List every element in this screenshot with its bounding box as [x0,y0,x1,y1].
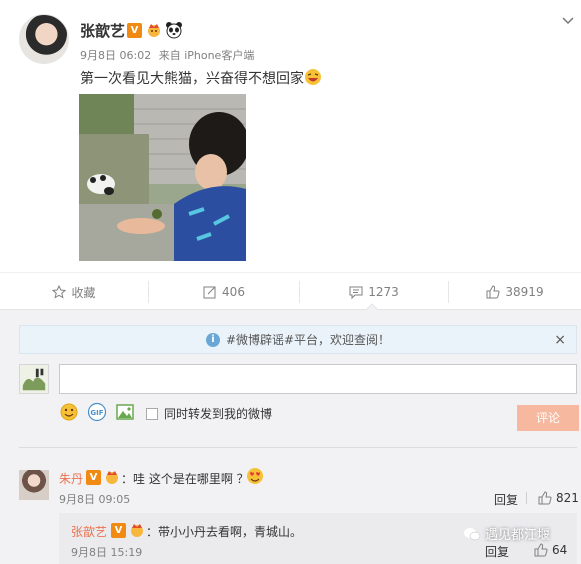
thumbs-up-icon [538,491,552,505]
emoji-icon[interactable] [59,402,79,422]
laughing-emoji-icon [305,69,321,85]
thumbs-up-icon [486,285,500,299]
post-source[interactable]: 来自 iPhone客户端 [159,49,255,62]
comment-text: ：哇 这个是在哪里啊 ？ [121,472,249,486]
post-timestamp[interactable]: 9月8日 06:02 [80,49,151,62]
repost-count: 406 [222,285,245,299]
divider [19,447,577,448]
repost-button[interactable]: 406 [149,273,299,311]
post-action-bar: 收藏 406 1273 38919 [0,272,581,310]
post-text: 第一次看见大熊猫，兴奋得不想回家 [80,71,304,87]
panda-icon [166,22,182,39]
wechat-watermark: 遇见都江堰 [463,524,550,543]
comment-like-count: 821 [556,491,579,505]
repost-icon [203,286,216,299]
comment-like-button[interactable]: 821 [538,491,579,505]
star-icon [52,285,67,299]
reply-timestamp: 9月8日 15:19 [71,546,143,559]
forward-checkbox[interactable] [146,407,158,420]
reply-button[interactable]: 回复 [485,543,509,560]
forward-checkbox-group[interactable]: 同时转发到我的微博 [146,405,272,422]
watermark-text: 遇见都江堰 [485,528,551,543]
chevron-down-icon[interactable] [561,14,575,28]
image-icon[interactable] [115,402,135,422]
verified-badge-icon: V [86,470,101,485]
vip-crown-icon [148,24,160,37]
commenter-name[interactable]: 朱丹 [59,470,83,487]
comment-input[interactable] [59,364,577,394]
heart-eyes-emoji-icon [247,468,263,484]
separator [526,492,527,504]
comment-icon [349,286,363,299]
vip-crown-icon [106,471,118,484]
reply-button[interactable]: 回复 [494,491,518,508]
vip-crown-icon [131,524,143,537]
post-photo[interactable] [79,94,246,261]
close-icon[interactable]: × [554,332,566,348]
wechat-icon [464,527,481,540]
replier-name[interactable]: 张歆艺 [71,523,107,540]
author-avatar[interactable] [19,14,69,64]
post-meta: 9月8日 06:02 来自 iPhone客户端 [80,47,254,63]
reply-like-button[interactable]: 64 [534,543,567,557]
rumor-notice-banner: i #微博辟谣#平台，欢迎查阅！ × [19,325,577,354]
my-avatar[interactable] [19,364,49,394]
reply-like-count: 64 [552,543,568,557]
reply-text: ：带小小丹去看啊，青城山。 [146,525,303,539]
comment-count: 1273 [368,285,399,299]
submit-comment-button[interactable]: 评论 [517,405,579,431]
commenter-avatar[interactable] [19,470,49,500]
forward-label: 同时转发到我的微博 [164,407,273,421]
weibo-post-page: 张歆艺 V 9月8日 06:02 来自 iPhone客户端 第一次看见大熊猫，兴… [0,0,581,564]
favorite-label: 收藏 [71,285,96,300]
like-button[interactable]: 38919 [449,273,581,311]
author-name[interactable]: 张歆艺 [80,20,125,41]
info-icon: i [205,332,220,347]
gif-icon[interactable]: GIF [87,402,107,422]
favorite-button[interactable]: 收藏 [0,273,148,311]
notice-text[interactable]: #微博辟谣#平台，欢迎查阅！ [226,331,390,348]
verified-badge-icon: V [111,523,126,538]
like-count: 38919 [505,285,544,299]
verified-badge-icon: V [127,23,142,38]
svg-text:GIF: GIF [90,409,103,417]
comment-timestamp: 9月8日 09:05 [59,493,131,506]
thumbs-up-icon [534,543,548,557]
